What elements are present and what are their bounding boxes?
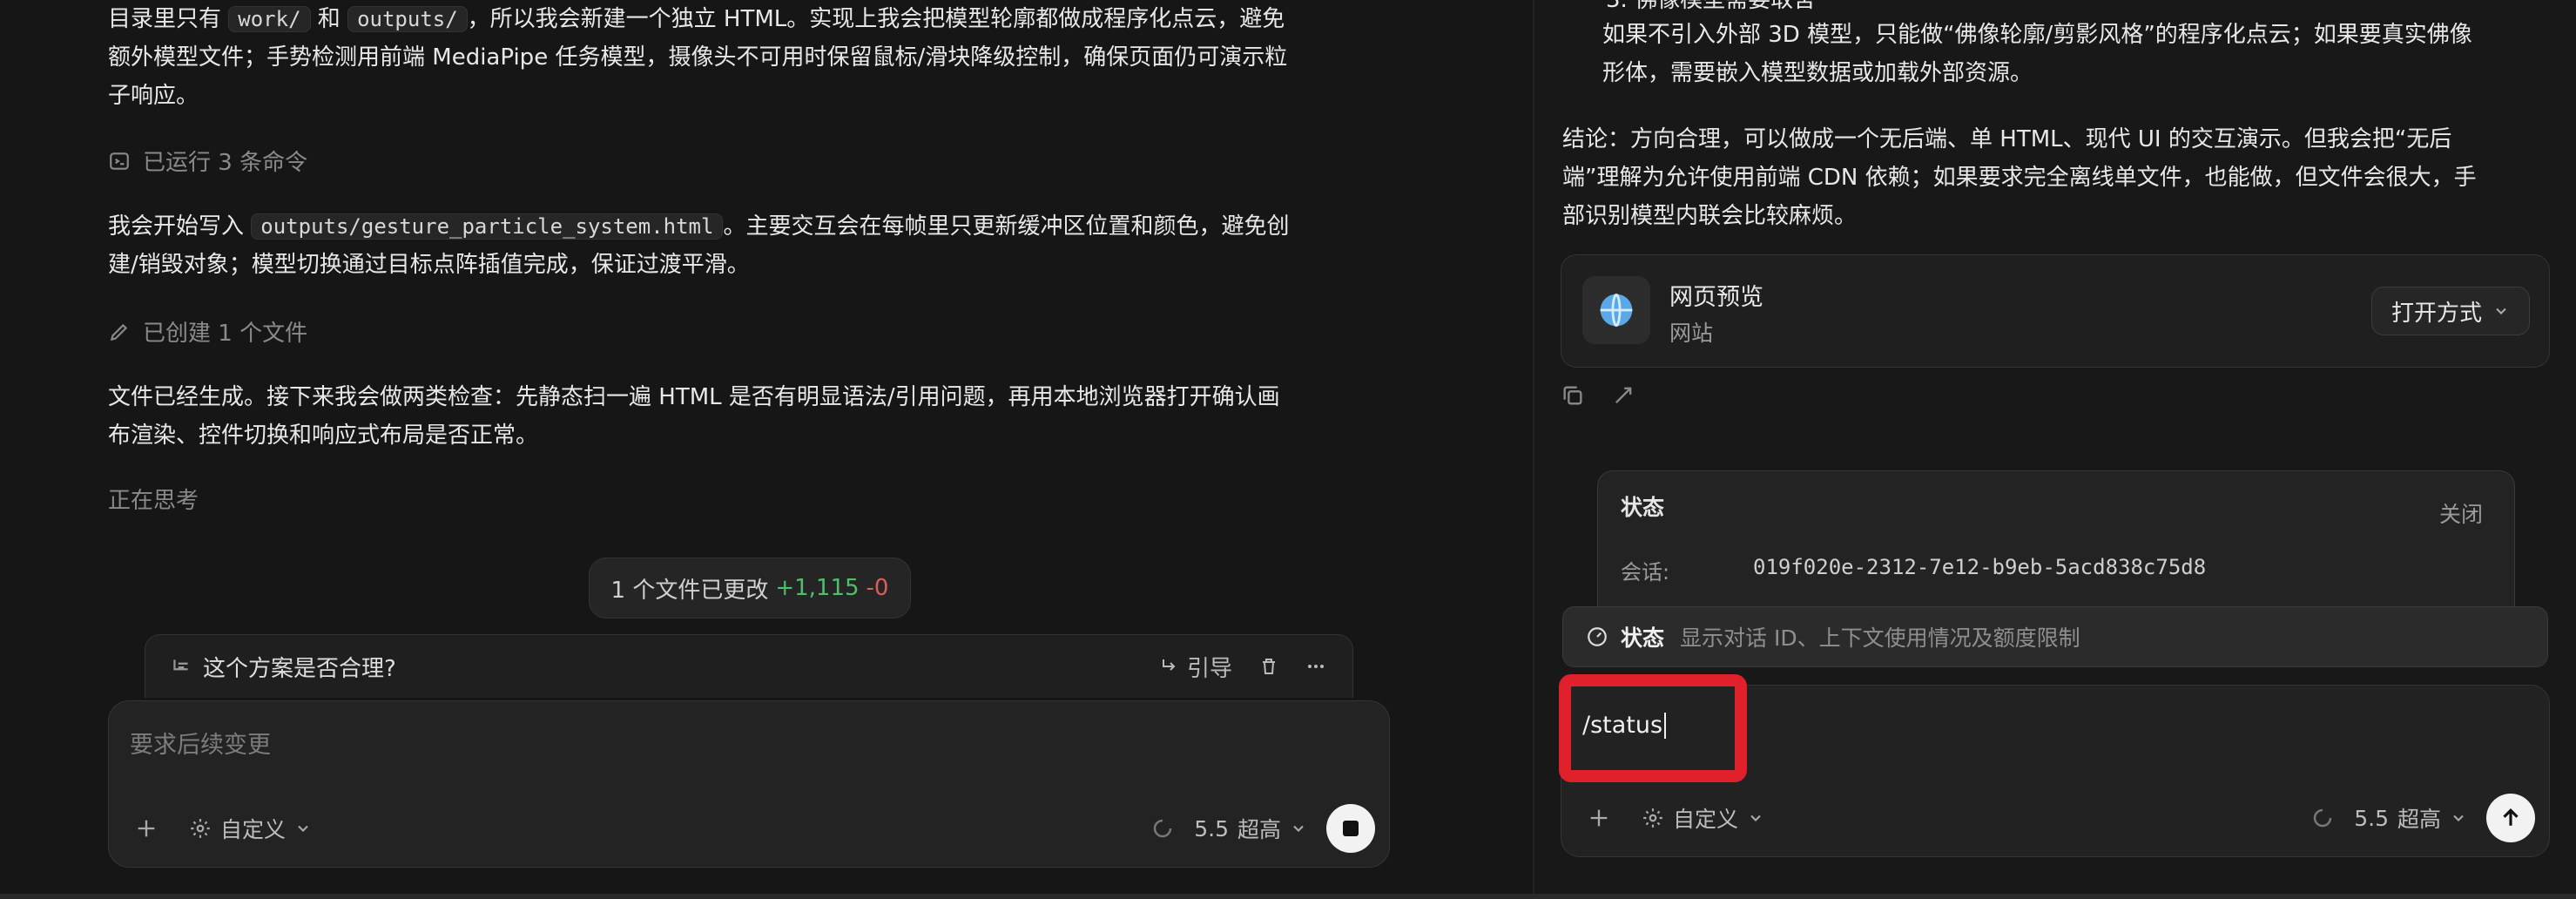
- model-dropdown[interactable]: 5.5 超高: [1194, 813, 1307, 844]
- chevron-down-icon: [1293, 825, 1304, 832]
- plus-icon: [1590, 809, 1608, 827]
- preview-title: 网页预览: [1669, 284, 1763, 311]
- stop-icon: [1343, 821, 1359, 836]
- session-id: 019f020e-2312-7e12-b9eb-5acd838c75d8: [1753, 555, 2207, 579]
- chevron-down-icon: [298, 825, 308, 832]
- trash-icon[interactable]: [1258, 656, 1279, 677]
- lines-removed: -0: [866, 575, 889, 601]
- pencil-icon: [110, 323, 128, 341]
- slash-command-suggestion[interactable]: 状态 显示对话 ID、上下文使用情况及额度限制: [1562, 606, 2548, 667]
- mode-dropdown[interactable]: 自定义: [1642, 802, 1764, 834]
- terminal-icon: [110, 152, 129, 170]
- highlight-box: [1559, 674, 1747, 782]
- created-files-toggle[interactable]: 已创建 1 个文件: [108, 315, 307, 348]
- queue-icon: [173, 659, 188, 671]
- fork-icon[interactable]: [1611, 383, 1635, 408]
- chevron-down-icon: [2453, 815, 2464, 821]
- inline-code: work/: [228, 6, 311, 32]
- suggestion-command: 状态: [1621, 625, 1665, 651]
- open-with-button[interactable]: 打开方式: [2370, 287, 2530, 335]
- suggestion-description: 显示对话 ID、上下文使用情况及额度限制: [1680, 625, 2080, 651]
- conclusion-text: 结论：方向合理，可以做成一个无后端、单 HTML、现代 UI 的交互演示。但我会…: [1562, 126, 2477, 229]
- chevron-down-icon: [2496, 308, 2506, 314]
- queued-message: 这个方案是否合理? 引导: [145, 634, 1353, 698]
- steer-button[interactable]: 引导: [1159, 651, 1232, 683]
- preview-subtitle: 网站: [1669, 321, 1714, 346]
- assistant-message-1: 目录里只有 work/ 和 outputs/，所以我会新建一个独立 HTML。实…: [108, 6, 1288, 109]
- prompt-input[interactable]: 要求后续变更: [130, 726, 271, 760]
- stop-button[interactable]: [1326, 804, 1375, 853]
- add-attachment-button[interactable]: [126, 808, 166, 848]
- inline-code: outputs/: [347, 6, 468, 32]
- gear-icon: [1643, 808, 1662, 828]
- thinking-indicator: 正在思考: [108, 488, 199, 514]
- lines-added: +1,115: [775, 575, 860, 601]
- add-attachment-button[interactable]: [1579, 798, 1619, 838]
- plus-icon: [138, 820, 155, 837]
- gauge-icon: [1588, 627, 1607, 646]
- ran-commands-toggle[interactable]: 已运行 3 条命令: [108, 145, 307, 177]
- globe-icon: [1582, 276, 1650, 344]
- copy-icon[interactable]: [1561, 383, 1585, 408]
- status-card-title: 状态: [1621, 495, 1665, 520]
- files-changed-pill[interactable]: 1 个文件已更改 +1,115 -0: [589, 558, 911, 618]
- close-button[interactable]: 关闭: [2439, 497, 2483, 529]
- model-dropdown[interactable]: 5.5 超高: [2354, 802, 2467, 834]
- chevron-down-icon: [1750, 815, 1761, 821]
- message-actions: [1561, 383, 1635, 408]
- spinner-icon: [1154, 819, 1172, 838]
- mode-dropdown[interactable]: 自定义: [189, 813, 312, 844]
- assistant-message-3: 文件已经生成。接下来我会做两类检查：先静态扫一遍 HTML 是否有明显语法/引用…: [108, 384, 1280, 449]
- inline-code: outputs/gesture_particle_system.html: [251, 213, 724, 240]
- arrow-up-icon: [2503, 808, 2519, 826]
- status-card: 状态 关闭 会话: 019f020e-2312-7e12-b9eb-5acd83…: [1597, 470, 2515, 612]
- more-icon[interactable]: [1305, 656, 1326, 677]
- bottom-border: [0, 894, 2576, 899]
- composer-left[interactable]: 要求后续变更 自定义 5.5 超高: [108, 700, 1390, 868]
- send-button[interactable]: [2486, 794, 2535, 842]
- web-preview-card[interactable]: 网页预览 网站 打开方式: [1561, 254, 2550, 368]
- steer-arrow-icon: [1162, 659, 1176, 671]
- list-item-3-body: 如果不引入外部 3D 模型，只能做“佛像轮廓/剪影风格”的程序化点云；如果要真实…: [1602, 22, 2472, 86]
- spinner-icon: [2314, 808, 2332, 828]
- assistant-message-2: 我会开始写入 outputs/gesture_particle_system.h…: [108, 213, 1290, 278]
- session-label: 会话:: [1621, 560, 1670, 585]
- gear-icon: [191, 819, 210, 838]
